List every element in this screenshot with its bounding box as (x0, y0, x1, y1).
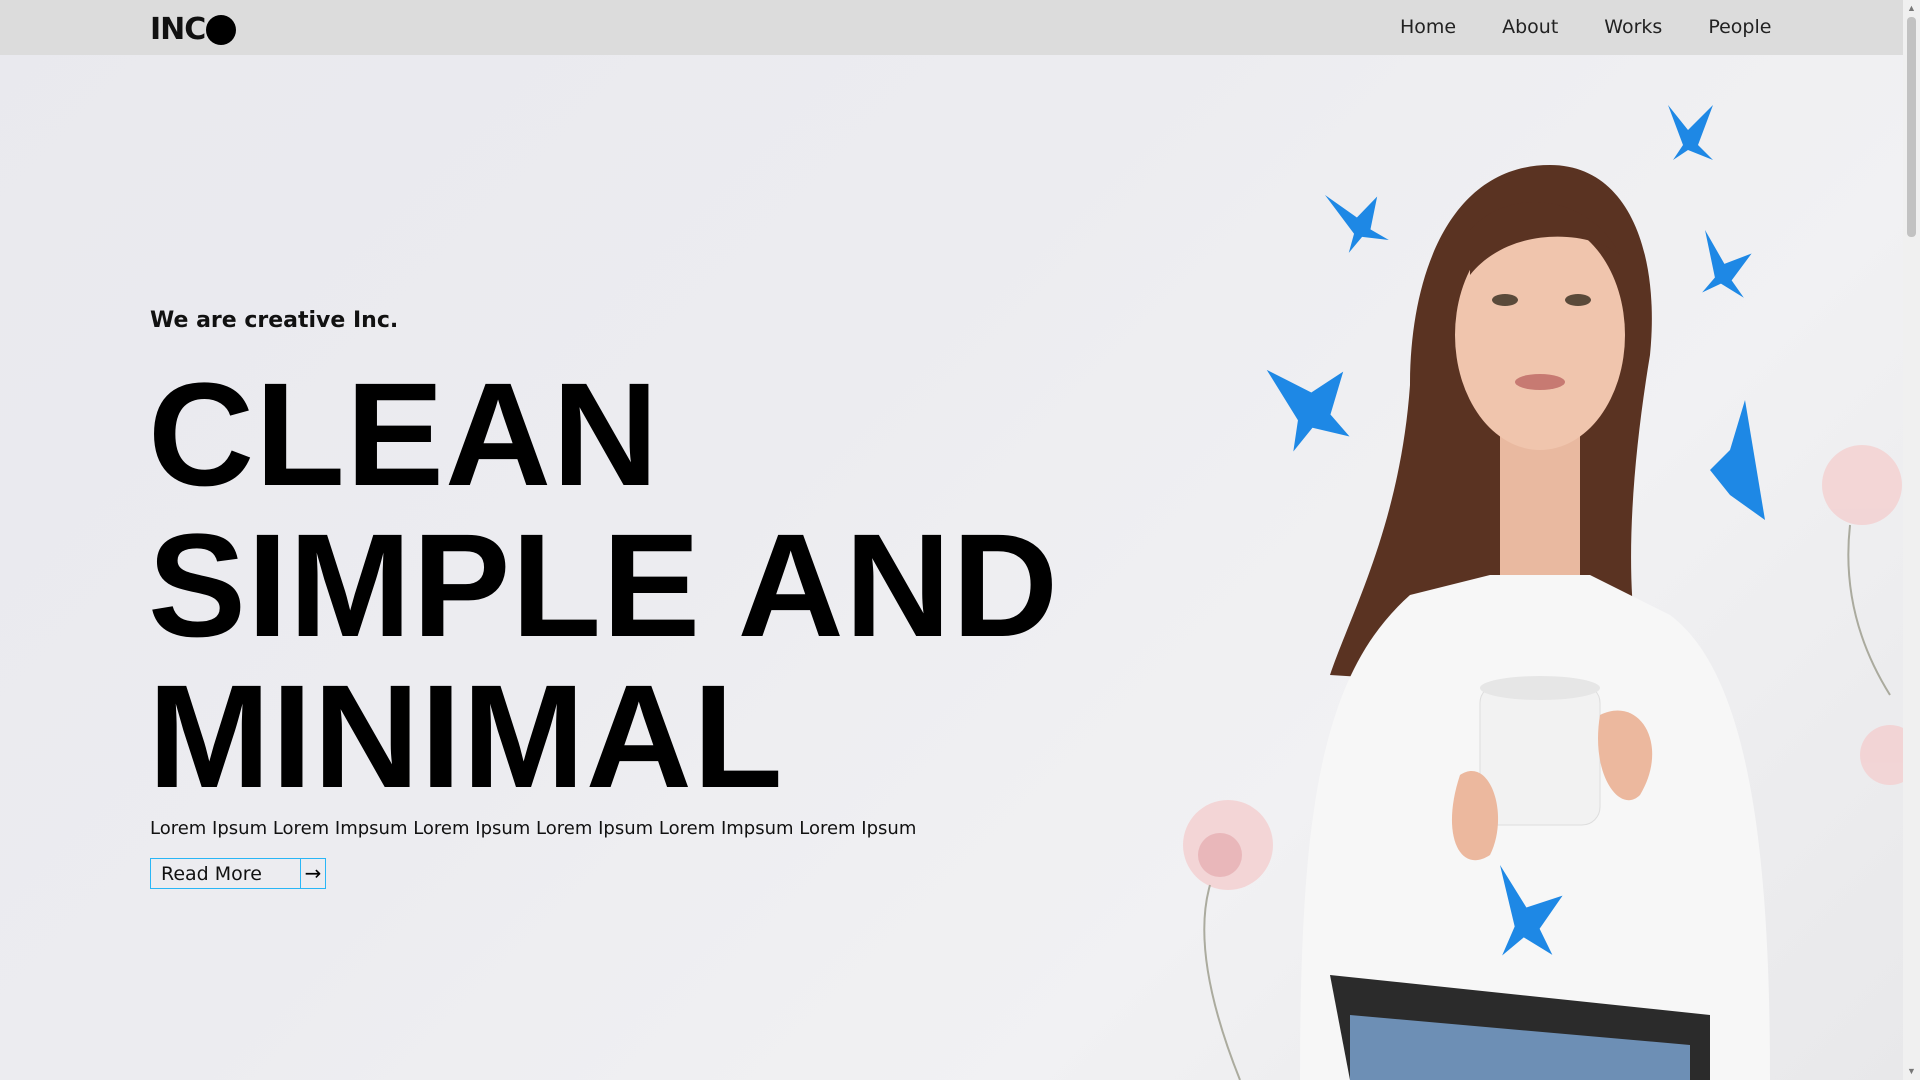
hero-headline: CLEAN SIMPLE AND MINIMAL (148, 360, 1059, 813)
headline-line: SIMPLE AND (148, 504, 1060, 668)
read-more-button[interactable]: Read More → (150, 858, 326, 889)
nav-about[interactable]: About (1502, 16, 1558, 38)
headline-line: MINIMAL (148, 655, 784, 819)
nav-people[interactable]: People (1708, 16, 1771, 38)
hero-image (1183, 105, 1903, 1080)
hero-subtitle: We are creative Inc. (150, 308, 399, 333)
mug (1479, 684, 1601, 826)
vertical-scrollbar[interactable]: ▲ ▼ (1903, 0, 1920, 1080)
hero-body-text: Lorem Ipsum Lorem Impsum Lorem Ipsum Lor… (150, 818, 917, 839)
read-more-label: Read More (151, 859, 301, 888)
nav-works[interactable]: Works (1604, 16, 1662, 38)
scrollbar-thumb[interactable] (1907, 17, 1916, 237)
scroll-up-arrow-icon[interactable]: ▲ (1903, 0, 1920, 17)
logo[interactable]: INC (150, 12, 237, 47)
logo-circle-icon (206, 14, 237, 45)
arrow-right-icon[interactable]: → (301, 859, 325, 888)
headline-line: CLEAN (148, 353, 660, 517)
nav-home[interactable]: Home (1400, 16, 1456, 38)
logo-text: INC (150, 12, 206, 47)
nav-menu: Home About Works People (1400, 16, 1817, 38)
scroll-down-arrow-icon[interactable]: ▼ (1903, 1063, 1920, 1080)
top-navbar: INC Home About Works People (0, 0, 1903, 55)
